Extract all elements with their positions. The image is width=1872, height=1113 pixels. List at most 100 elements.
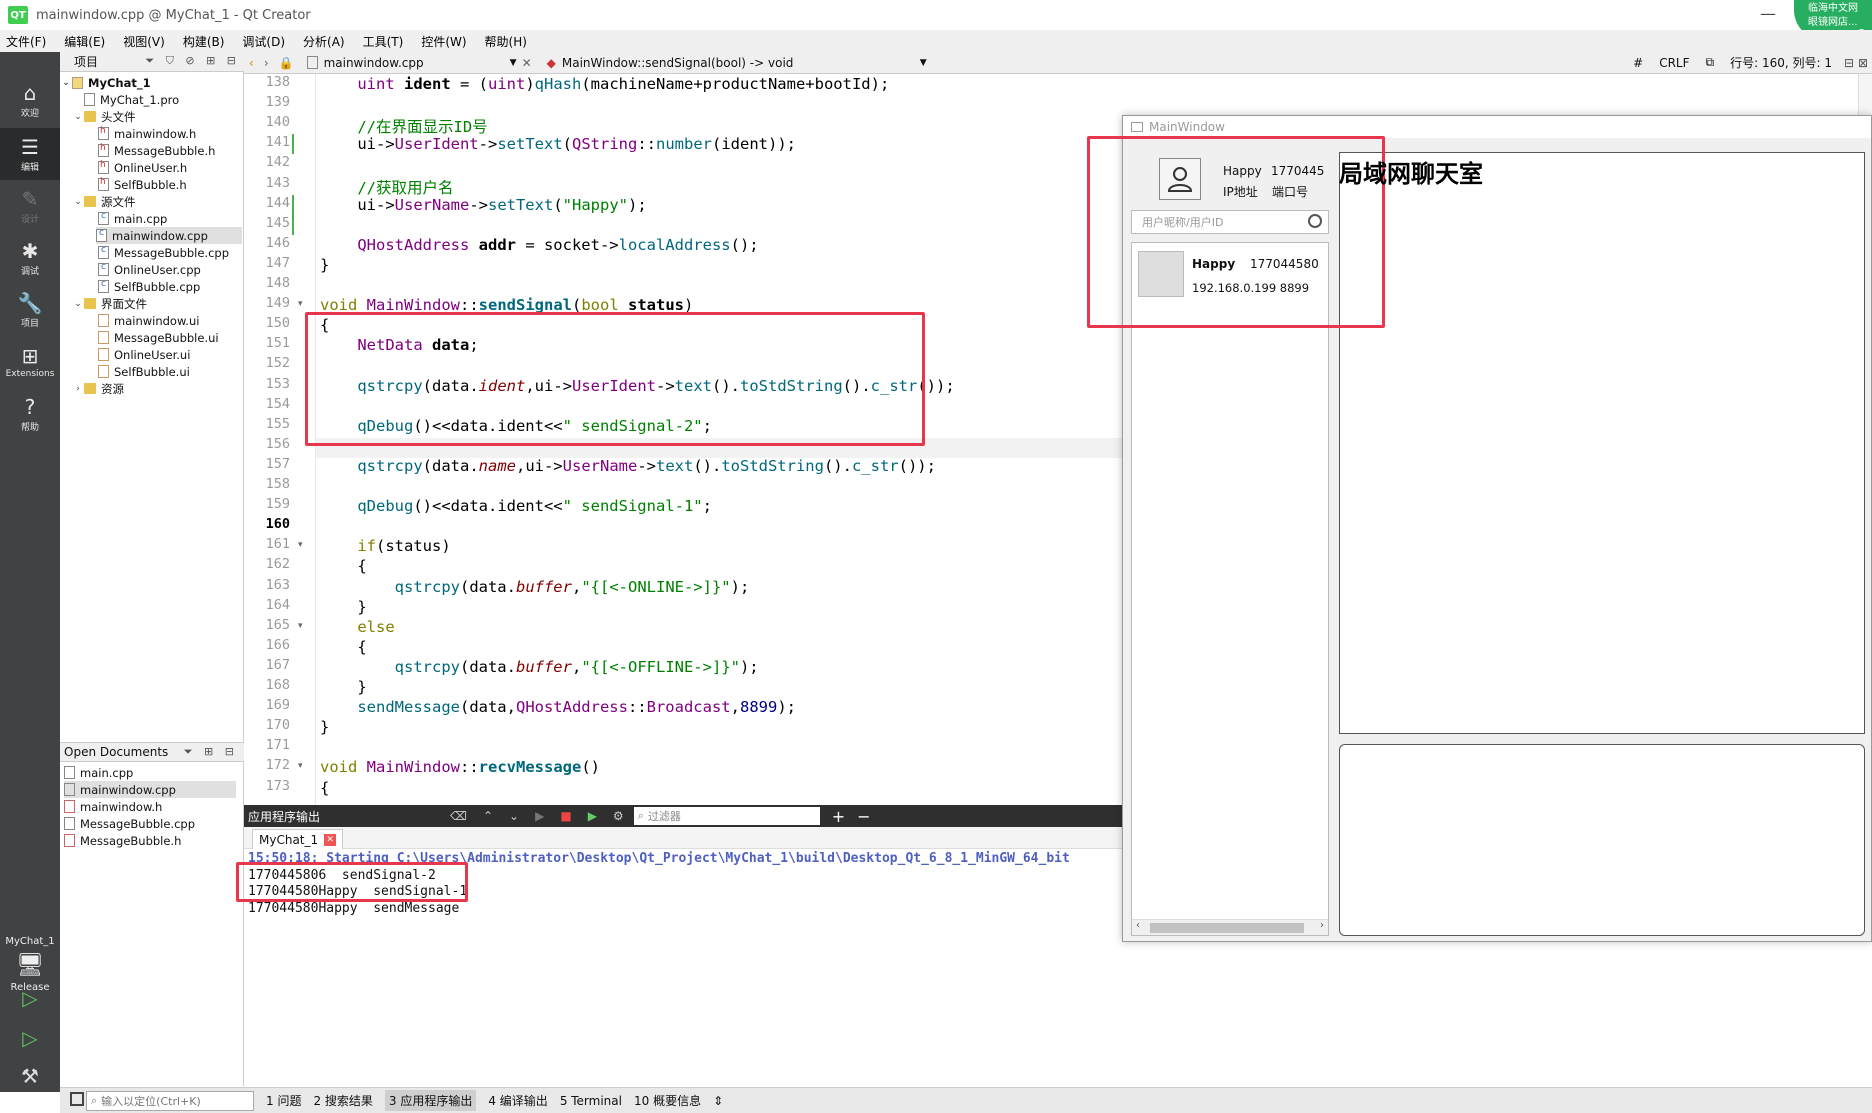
minus-icon[interactable]: − (857, 807, 870, 826)
open-doc-item[interactable]: mainwindow.h (64, 798, 236, 815)
tree-folder-headers[interactable]: ⌄ 头文件 (72, 108, 135, 125)
status-tab-general[interactable]: 10 概要信息 (634, 1092, 701, 1109)
up-icon[interactable]: ⌃ (483, 809, 493, 823)
locator-input[interactable]: ⌕ 输入以定位(Ctrl+K) (86, 1090, 254, 1111)
menu-controls[interactable]: 控件(W) (421, 33, 466, 50)
stop-icon[interactable]: ■ (560, 809, 571, 823)
close-icon[interactable]: ✕ (522, 56, 532, 70)
mode-debug[interactable]: ✱ 调试 (0, 232, 60, 284)
mode-extensions[interactable]: ⊞ Extensions (0, 336, 60, 388)
tree-item-file[interactable]: MessageBubble.ui (98, 329, 219, 346)
split-editor-icon[interactable]: ⊟ (1844, 56, 1854, 70)
mode-help[interactable]: ? 帮助 (0, 388, 60, 440)
header-file-icon (98, 126, 109, 140)
tree-folder-sources[interactable]: ⌄ 源文件 (72, 193, 135, 210)
open-documents-toolbar-icons[interactable]: ⏷ ⊞ ⊟ (184, 745, 238, 759)
tree-item-file[interactable]: OnlineUser.ui (98, 346, 190, 363)
tree-item-project[interactable]: ⌄ MyChat_1 (60, 74, 150, 91)
file-selector[interactable]: mainwindow.cpp ▼ (306, 56, 517, 70)
output-tab-mychat[interactable]: MyChat_1 ✕ (252, 829, 344, 849)
line-ending[interactable]: CRLF (1659, 56, 1689, 70)
tree-folder-resources[interactable]: › 资源 (72, 380, 124, 397)
menu-help[interactable]: 帮助(H) (485, 33, 527, 50)
rerun-icon[interactable]: ▶ (535, 809, 544, 823)
tree-item-pro[interactable]: MyChat_1.pro (84, 91, 179, 108)
mode-edit[interactable]: ☰ 编辑 (0, 128, 60, 180)
status-more-icon[interactable]: ⇕ (713, 1094, 723, 1108)
tree-item-file[interactable]: MessageBubble.h (98, 142, 215, 159)
projects-toolbar-icons[interactable]: ⏷ ⛉ ⊘ ⊞ ⊟ (145, 54, 240, 68)
split-icon[interactable]: ⧉ (1706, 55, 1715, 70)
tree-item-file[interactable]: OnlineUser.h (98, 159, 187, 176)
scroll-thumb[interactable] (1150, 923, 1304, 933)
menu-build[interactable]: 构建(B) (183, 33, 225, 50)
line-number: 154 (265, 395, 290, 412)
line-number: 147 (265, 254, 290, 271)
attach-debugger-icon[interactable]: ▶ (588, 809, 597, 823)
mode-design[interactable]: ✎ 设计 (0, 180, 60, 232)
close-editor-icon[interactable]: ⊠ (1858, 56, 1868, 70)
mode-welcome[interactable]: ⌂ 欢迎 (0, 74, 60, 126)
status-tab-issues[interactable]: 1 问题 (266, 1092, 301, 1109)
tree-item-file[interactable]: mainwindow.h (98, 125, 196, 142)
debug-run-button[interactable]: ▷ (18, 1026, 42, 1050)
status-tab-compile[interactable]: 4 编译输出 (488, 1092, 547, 1109)
output-filter-input[interactable]: ⌕ 过滤器 (633, 807, 820, 825)
close-tab-icon[interactable]: ✕ (324, 833, 337, 846)
tree-item-file[interactable]: OnlineUser.cpp (98, 261, 201, 278)
editor-toolbar: ‹ › 🔒 mainwindow.cpp ▼ ✕ ◆ MainWindow::s… (244, 52, 1872, 74)
menu-file[interactable]: 文件(F) (6, 33, 46, 50)
tree-item-file[interactable]: SelfBubble.h (98, 176, 187, 193)
build-button[interactable]: ⚒ (18, 1064, 42, 1088)
status-tab-terminal[interactable]: 5 Terminal (560, 1094, 622, 1108)
menu-edit[interactable]: 编辑(E) (64, 33, 105, 50)
horizontal-scrollbar[interactable]: ‹ › (1132, 919, 1328, 935)
online-user-list[interactable]: Happy 177044580 192.168.0.199 8899 ‹ › (1131, 242, 1329, 936)
tree-item-file[interactable]: main.cpp (98, 210, 167, 227)
menu-tools[interactable]: 工具(T) (363, 33, 404, 50)
status-tab-search[interactable]: 2 搜索结果 (313, 1092, 372, 1109)
mode-projects-label: 项目 (20, 318, 39, 329)
fold-marker-icon[interactable]: ▾ (298, 299, 303, 309)
open-doc-item-selected[interactable]: mainwindow.cpp (64, 781, 236, 798)
fold-marker-icon[interactable]: ▾ (298, 621, 303, 631)
tree-item-file[interactable]: SelfBubble.cpp (98, 278, 200, 295)
menu-view[interactable]: 视图(V) (123, 33, 165, 50)
tree-item-file-selected[interactable]: mainwindow.cpp (96, 227, 242, 244)
message-input[interactable] (1339, 744, 1865, 936)
chat-message-area[interactable] (1339, 152, 1865, 734)
run-button[interactable]: ▷ (18, 986, 42, 1010)
menu-analyze[interactable]: 分析(A) (303, 33, 345, 50)
clear-output-icon[interactable]: ⌫ (450, 809, 467, 823)
menu-debug[interactable]: 调试(D) (242, 33, 285, 50)
tree-item-file[interactable]: SelfBubble.ui (98, 363, 190, 380)
cursor-position[interactable]: 行号: 160, 列号: 1 (1730, 54, 1832, 71)
line-number: 162 (265, 556, 290, 573)
open-doc-item[interactable]: MessageBubble.cpp (64, 815, 236, 832)
line-number: 153 (265, 375, 290, 392)
plus-icon[interactable]: + (832, 807, 845, 826)
fold-marker-icon[interactable]: ▾ (298, 540, 303, 550)
tree-item-file[interactable]: mainwindow.ui (98, 312, 199, 329)
down-icon[interactable]: ⌄ (509, 809, 519, 823)
back-arrow-icon[interactable]: ‹ (249, 56, 254, 70)
symbol-selector[interactable]: ◆ MainWindow::sendSignal(bool) -> void ▼ (547, 56, 927, 70)
tree-item-file[interactable]: MessageBubble.cpp (98, 244, 229, 261)
hash-icon[interactable]: # (1633, 56, 1643, 70)
mode-projects[interactable]: 🔧 项目 (0, 284, 60, 336)
forward-arrow-icon[interactable]: › (264, 56, 269, 70)
scroll-left-icon[interactable]: ‹ (1136, 920, 1140, 931)
settings-gear-icon[interactable]: ⚙ (613, 809, 624, 823)
code-line: qDebug()<<data.ident<<" sendSignal-1"; (357, 497, 712, 516)
open-doc-item[interactable]: MessageBubble.h (64, 832, 236, 849)
line-number: 166 (265, 636, 290, 653)
line-number: 140 (265, 114, 290, 131)
minimize-button[interactable]: — (1760, 4, 1776, 23)
change-marker (292, 214, 294, 235)
tree-folder-forms[interactable]: ⌄ 界面文件 (72, 295, 147, 312)
status-tab-app-output[interactable]: 3 应用程序输出 (384, 1090, 477, 1111)
scroll-right-icon[interactable]: › (1320, 920, 1324, 931)
toggle-sidebar-icon[interactable] (70, 1092, 84, 1106)
open-doc-item[interactable]: main.cpp (64, 764, 236, 781)
fold-marker-icon[interactable]: ▾ (298, 761, 303, 771)
